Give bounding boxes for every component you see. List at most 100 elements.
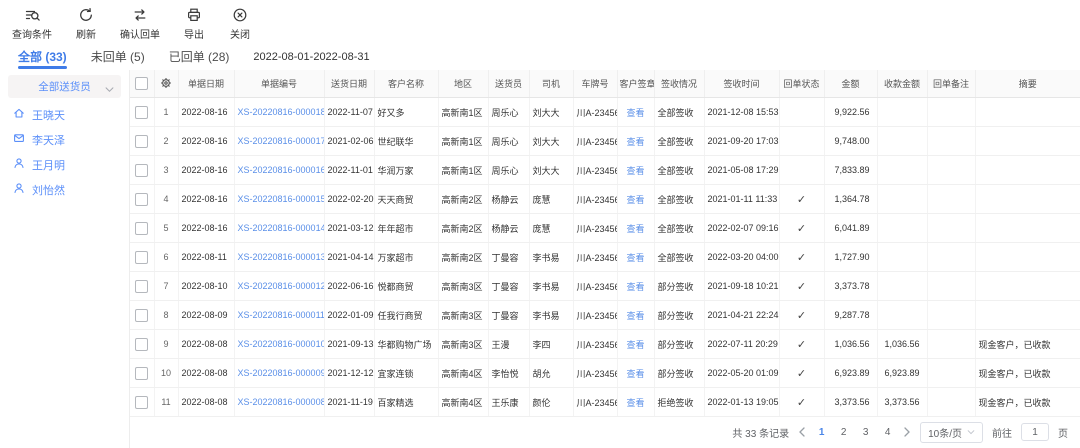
row-checkbox[interactable] <box>135 251 148 264</box>
cell-checkbox <box>130 272 154 301</box>
view-signature-link[interactable]: 查看 <box>617 98 654 127</box>
page-button-3[interactable]: 3 <box>859 427 872 438</box>
select-all-checkbox[interactable] <box>135 77 148 90</box>
row-checkbox[interactable] <box>135 309 148 322</box>
view-signature-link[interactable]: 查看 <box>617 185 654 214</box>
row-checkbox[interactable] <box>135 280 148 293</box>
tab-all[interactable]: 全部 (33) <box>18 43 67 70</box>
tab-receipted[interactable]: 已回单 (28) <box>169 43 230 70</box>
cell-customer: 好又多 <box>374 98 438 127</box>
row-checkbox[interactable] <box>135 338 148 351</box>
row-checkbox[interactable] <box>135 164 148 177</box>
cell-sign_status: 部分签收 <box>654 272 704 301</box>
cell-summary <box>975 243 1080 272</box>
cell-deliverer: 周乐心 <box>488 156 529 185</box>
doc-no-link[interactable]: XS-20220816-000018 <box>234 98 324 127</box>
row-checkbox[interactable] <box>135 193 148 206</box>
view-signature-link[interactable]: 查看 <box>617 272 654 301</box>
cell-receipt_note <box>927 359 975 388</box>
cell-amount: 9,922.56 <box>824 98 877 127</box>
close-circle-icon <box>232 7 248 23</box>
cell-received <box>877 301 927 330</box>
row-checkbox[interactable] <box>135 135 148 148</box>
doc-no-link[interactable]: XS-20220816-000012 <box>234 272 324 301</box>
cell-driver: 李书易 <box>529 272 573 301</box>
tab-label: 未回单 (5) <box>91 48 145 65</box>
sidebar-item-deliverer-3[interactable]: 王月明 <box>0 152 129 177</box>
row-checkbox[interactable] <box>135 396 148 409</box>
cell-deliverer: 丁曼容 <box>488 243 529 272</box>
view-signature-link[interactable]: 查看 <box>617 243 654 272</box>
cell-plate: 川A-234560 <box>573 127 617 156</box>
cell-sign_status: 拒绝签收 <box>654 388 704 417</box>
goto-page-input[interactable] <box>1021 423 1049 441</box>
tab-no-receipt[interactable]: 未回单 (5) <box>91 43 145 70</box>
doc-no-link[interactable]: XS-20220816-000014 <box>234 214 324 243</box>
row-checkbox[interactable] <box>135 222 148 235</box>
receipt-status-check <box>779 127 824 156</box>
cell-deliverer: 丁曼容 <box>488 272 529 301</box>
doc-no-link[interactable]: XS-20220816-000008 <box>234 388 324 417</box>
doc-no-link[interactable]: XS-20220816-000011 <box>234 301 324 330</box>
sidebar-item-deliverer-1[interactable]: 王晓天 <box>0 102 129 127</box>
sidebar-item-deliverer-2[interactable]: 李天泽 <box>0 127 129 152</box>
view-signature-link[interactable]: 查看 <box>617 214 654 243</box>
row-checkbox[interactable] <box>135 367 148 380</box>
toolbar-button-export[interactable]: 导出 <box>174 7 214 41</box>
page-button-2[interactable]: 2 <box>837 427 850 438</box>
cell-driver: 刘大大 <box>529 127 573 156</box>
home-icon <box>13 107 25 122</box>
toolbar-button-refresh[interactable]: 刷新 <box>66 7 106 41</box>
refresh-icon <box>78 7 94 23</box>
cell-delivery_date: 2022-11-07 <box>324 98 374 127</box>
deliverer-filter-dropdown[interactable]: 全部送货员 <box>8 75 121 98</box>
cell-summary <box>975 98 1080 127</box>
prev-page-button[interactable] <box>798 427 806 437</box>
cell-num: 1 <box>154 98 178 127</box>
cell-summary <box>975 185 1080 214</box>
doc-no-link[interactable]: XS-20220816-000009 <box>234 359 324 388</box>
view-signature-link[interactable]: 查看 <box>617 301 654 330</box>
next-page-button[interactable] <box>903 427 911 437</box>
cell-doc_date: 2022-08-16 <box>178 156 234 185</box>
view-signature-link[interactable]: 查看 <box>617 156 654 185</box>
cell-amount: 6,923.89 <box>824 359 877 388</box>
cell-received <box>877 243 927 272</box>
cell-plate: 川A-234561 <box>573 243 617 272</box>
cell-summary <box>975 156 1080 185</box>
column-header-settings-gear[interactable] <box>154 70 178 98</box>
receipt-status-check: ✓ <box>779 243 824 272</box>
toolbar-button-query-conditions[interactable]: 查询条件 <box>12 7 52 41</box>
toolbar: 查询条件 刷新 确认回单 <box>0 0 1080 43</box>
cell-num: 5 <box>154 214 178 243</box>
toolbar-button-label: 关闭 <box>230 26 250 41</box>
doc-no-link[interactable]: XS-20220816-000015 <box>234 185 324 214</box>
cell-sign_time: 2022-01-13 19:05 <box>704 388 779 417</box>
doc-no-link[interactable]: XS-20220816-000010 <box>234 330 324 359</box>
sidebar-item-deliverer-4[interactable]: 刘怡然 <box>0 177 129 202</box>
cell-amount: 1,036.56 <box>824 330 877 359</box>
page-size-select[interactable]: 10条/页 <box>920 422 983 443</box>
row-checkbox[interactable] <box>135 106 148 119</box>
delivery-receipt-window: 查询条件 刷新 确认回单 <box>0 0 1080 448</box>
view-signature-link[interactable]: 查看 <box>617 127 654 156</box>
view-signature-link[interactable]: 查看 <box>617 359 654 388</box>
column-header-customer: 客户名称 <box>374 70 438 98</box>
page-button-1[interactable]: 1 <box>815 427 828 438</box>
column-header-select[interactable] <box>130 70 154 98</box>
cell-driver: 胡允 <box>529 359 573 388</box>
cell-num: 2 <box>154 127 178 156</box>
view-signature-link[interactable]: 查看 <box>617 388 654 417</box>
cell-num: 10 <box>154 359 178 388</box>
doc-no-link[interactable]: XS-20220816-000013 <box>234 243 324 272</box>
cell-delivery_date: 2021-04-14 <box>324 243 374 272</box>
toolbar-button-close[interactable]: 关闭 <box>220 7 260 41</box>
doc-no-link[interactable]: XS-20220816-000017 <box>234 127 324 156</box>
toolbar-button-confirm-receipt[interactable]: 确认回单 <box>120 7 160 41</box>
doc-no-link[interactable]: XS-20220816-000016 <box>234 156 324 185</box>
cell-num: 6 <box>154 243 178 272</box>
view-signature-link[interactable]: 查看 <box>617 330 654 359</box>
cell-region: 高新南1区 <box>438 98 488 127</box>
cell-sign_status: 全部签收 <box>654 127 704 156</box>
page-button-4[interactable]: 4 <box>881 427 894 438</box>
